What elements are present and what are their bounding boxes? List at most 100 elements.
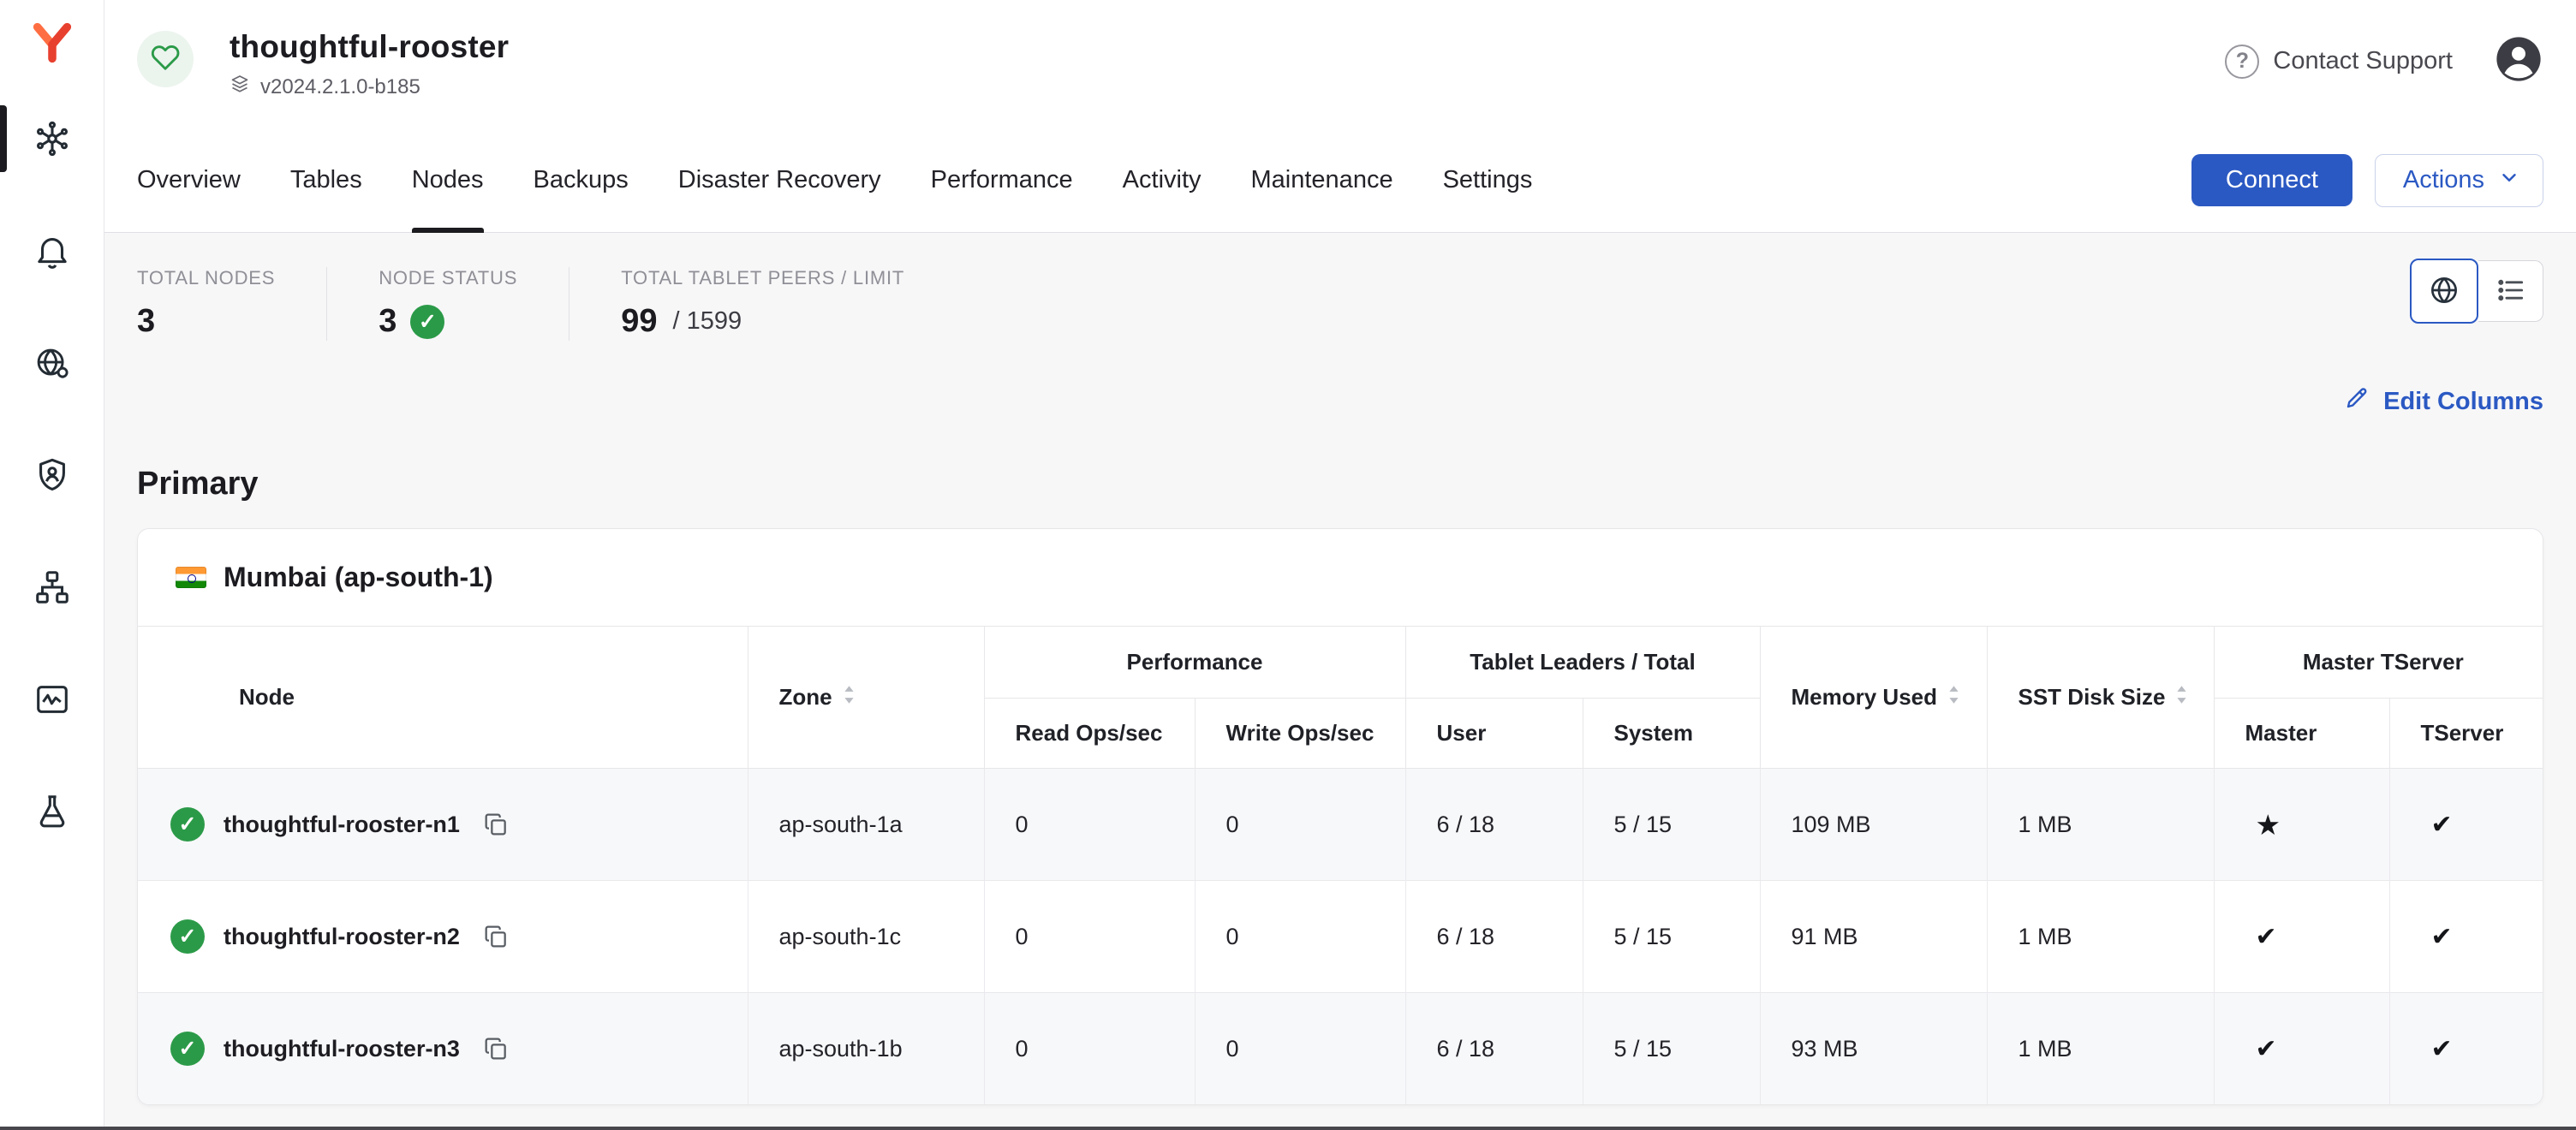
column-header-memory-used[interactable]: Memory Used (1760, 627, 1987, 769)
edit-columns-link[interactable]: Edit Columns (2344, 385, 2543, 418)
shield-user-icon (33, 455, 72, 499)
table-row: thoughtful-rooster-n1 ap-south-1a (138, 769, 2543, 881)
universe-health-badge (137, 31, 194, 87)
sidebar-item-universes[interactable] (0, 110, 104, 171)
system-tablets-cell: 5 / 15 (1583, 993, 1760, 1105)
sidebar-item-alerts[interactable] (0, 223, 104, 283)
read-ops-cell: 0 (984, 881, 1195, 993)
column-group-master-tserver: Master TServer (2214, 627, 2543, 699)
list-view-toggle-button[interactable] (2478, 260, 2543, 322)
sidebar-item-labs[interactable] (0, 783, 104, 844)
column-header-label: Zone (779, 684, 832, 711)
table-row: thoughtful-rooster-n2 ap-south-1c (138, 881, 2543, 993)
bell-icon (33, 231, 72, 275)
title-block: thoughtful-rooster v2024.2.1.0-b185 (230, 21, 509, 100)
system-tablets-cell: 5 / 15 (1583, 881, 1760, 993)
tab-maintenance[interactable]: Maintenance (1251, 128, 1393, 232)
region-card-header: Mumbai (ap-south-1) (138, 529, 2543, 626)
column-header-master: Master (2214, 699, 2389, 769)
zone-cell: ap-south-1c (748, 881, 984, 993)
window-bottom-edge (0, 1127, 2576, 1130)
nodes-content: TOTAL NODES 3 NODE STATUS 3 TOTAL TABLET… (104, 233, 2576, 1130)
master-check-icon: ✔ (2245, 922, 2277, 952)
sidebar-item-metrics[interactable] (0, 671, 104, 732)
node-name: thoughtful-rooster-n2 (224, 924, 460, 950)
tab-settings[interactable]: Settings (1443, 128, 1533, 232)
tab-activity[interactable]: Activity (1123, 128, 1202, 232)
user-avatar[interactable] (2494, 34, 2543, 88)
stat-divider (326, 267, 327, 341)
stat-value: 3 (137, 303, 275, 340)
column-header-tserver: TServer (2389, 699, 2543, 769)
tabs: Overview Tables Nodes Backups Disaster R… (137, 128, 1532, 232)
column-header-zone[interactable]: Zone (748, 627, 984, 769)
stat-value: 99 (621, 303, 657, 340)
sidebar-item-security[interactable] (0, 447, 104, 508)
column-header-read-ops: Read Ops/sec (984, 699, 1195, 769)
copy-node-name-button[interactable] (479, 807, 513, 842)
write-ops-cell: 0 (1195, 769, 1405, 881)
memory-used-cell: 109 MB (1760, 769, 1987, 881)
stat-label: TOTAL NODES (137, 267, 275, 289)
copy-node-name-button[interactable] (479, 1032, 513, 1066)
tab-performance[interactable]: Performance (931, 128, 1073, 232)
sidebar-item-integrations[interactable] (0, 559, 104, 620)
column-header-label: Memory Used (1792, 684, 1938, 711)
table-row: thoughtful-rooster-n3 ap-south-1b (138, 993, 2543, 1105)
sidebar-item-regions[interactable] (0, 335, 104, 396)
stat-label: TOTAL TABLET PEERS / LIMIT (621, 267, 904, 289)
metrics-pulse-icon (33, 680, 72, 723)
copy-node-name-button[interactable] (479, 919, 513, 954)
tab-tables[interactable]: Tables (290, 128, 362, 232)
tab-disaster-recovery[interactable]: Disaster Recovery (678, 128, 881, 232)
user-tablets-cell: 6 / 18 (1405, 993, 1583, 1105)
actions-dropdown-button[interactable]: Actions (2375, 154, 2543, 207)
healthy-status-icon (410, 305, 444, 339)
universe-header: thoughtful-rooster v2024.2.1.0-b185 Cont… (104, 0, 2576, 128)
view-toggle-group (2410, 259, 2543, 324)
master-leader-star-icon: ★ (2245, 808, 2281, 842)
read-ops-cell: 0 (984, 993, 1195, 1105)
write-ops-cell: 0 (1195, 993, 1405, 1105)
stat-node-status: NODE STATUS 3 (379, 267, 569, 340)
read-ops-cell: 0 (984, 769, 1195, 881)
column-header-sst-disk-size[interactable]: SST Disk Size (1987, 627, 2214, 769)
india-flag-icon (176, 567, 206, 588)
node-healthy-icon (170, 919, 205, 954)
tab-overview[interactable]: Overview (137, 128, 241, 232)
tserver-check-icon: ✔ (2421, 922, 2453, 952)
stat-total-nodes: TOTAL NODES 3 (137, 267, 326, 340)
page-title: thoughtful-rooster (230, 29, 509, 65)
flow-tree-icon (33, 568, 72, 611)
cluster-section-title: Primary (137, 466, 2543, 503)
column-header-node: Node (138, 627, 748, 769)
version-row: v2024.2.1.0-b185 (230, 74, 509, 100)
header-right: Contact Support (2225, 21, 2543, 88)
geo-view-toggle-button[interactable] (2410, 259, 2478, 324)
tserver-cell: ✔ (2389, 881, 2543, 993)
region-title: Mumbai (ap-south-1) (224, 562, 493, 593)
sidebar (0, 0, 104, 1130)
master-cell: ★ (2214, 769, 2389, 881)
column-group-performance: Performance (984, 627, 1405, 699)
stat-label: NODE STATUS (379, 267, 517, 289)
sort-icon (2175, 684, 2188, 711)
column-group-tablet-leaders: Tablet Leaders / Total (1405, 627, 1760, 699)
master-cell: ✔ (2214, 881, 2389, 993)
contact-support-link[interactable]: Contact Support (2225, 45, 2453, 79)
sst-disk-size-cell: 1 MB (1987, 993, 2214, 1105)
yugabyte-logo[interactable] (30, 21, 75, 69)
master-cell: ✔ (2214, 993, 2389, 1105)
universe-tabbar: Overview Tables Nodes Backups Disaster R… (104, 128, 2576, 233)
tab-backups[interactable]: Backups (534, 128, 629, 232)
sort-icon (1947, 684, 1960, 711)
sidebar-nav (0, 110, 104, 844)
contact-support-label: Contact Support (2273, 47, 2453, 75)
tab-nodes[interactable]: Nodes (412, 128, 484, 232)
connect-button[interactable]: Connect (2191, 154, 2352, 206)
main-area: thoughtful-rooster v2024.2.1.0-b185 Cont… (104, 0, 2576, 1130)
master-check-icon: ✔ (2245, 1034, 2277, 1064)
edit-columns-label: Edit Columns (2383, 388, 2543, 416)
system-tablets-cell: 5 / 15 (1583, 769, 1760, 881)
tserver-check-icon: ✔ (2421, 1034, 2453, 1064)
